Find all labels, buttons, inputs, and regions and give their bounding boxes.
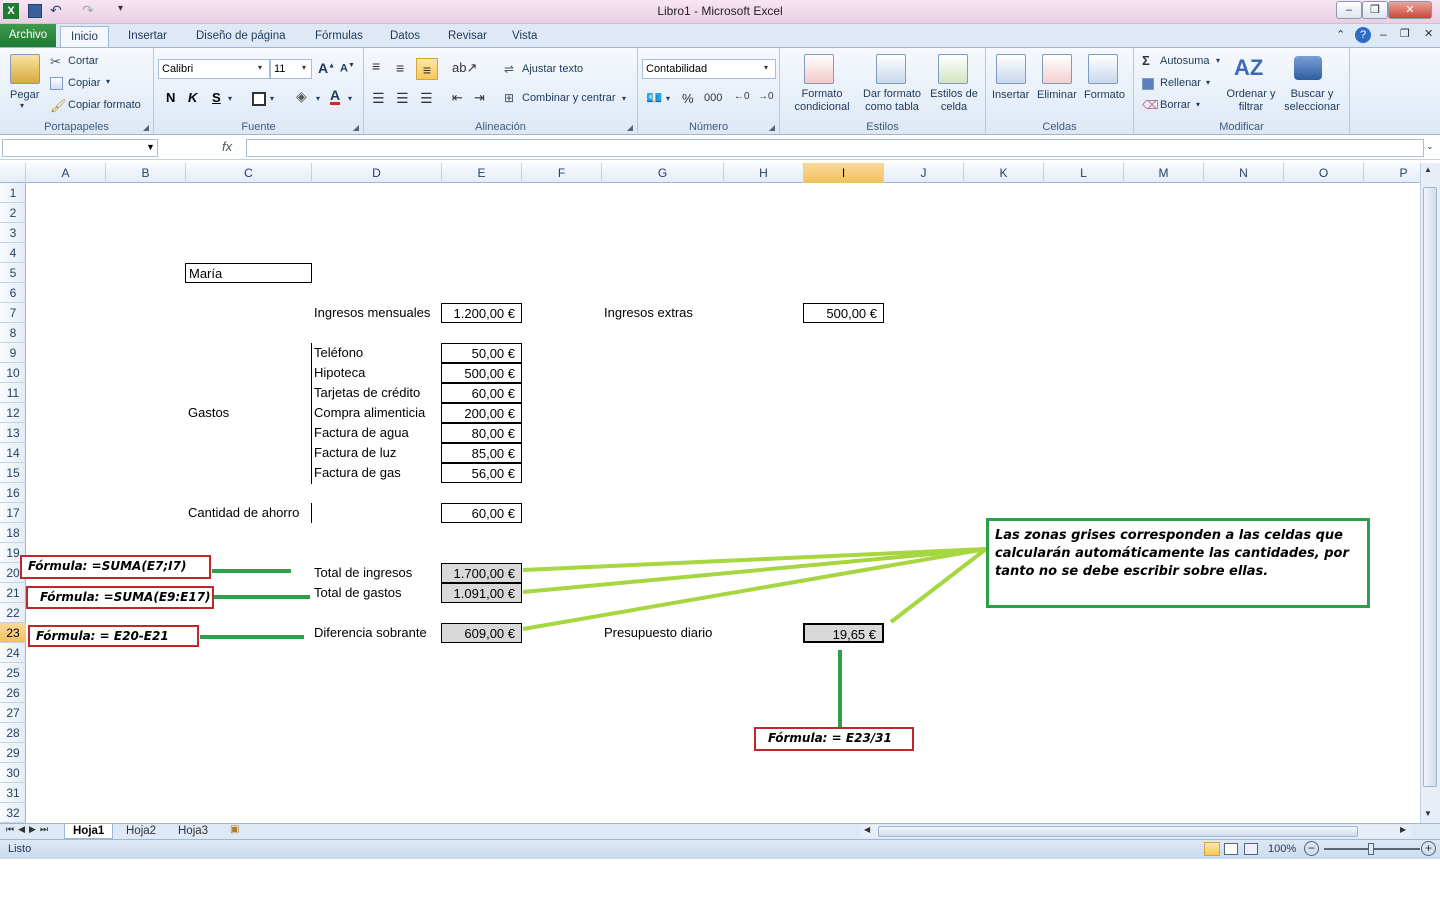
status-bar: Listo 100% − + xyxy=(0,839,1440,859)
zoom-level[interactable]: 100% xyxy=(1268,843,1296,855)
sheet-tab-hoja2[interactable]: Hoja2 xyxy=(118,824,164,839)
sheet-tab-hoja1[interactable]: Hoja1 xyxy=(64,824,114,839)
scroll-down-icon[interactable]: ▼ xyxy=(1424,809,1432,818)
note-pointer xyxy=(889,547,988,624)
scroll-left-icon[interactable]: ◀ xyxy=(864,825,870,834)
page-break-view-icon[interactable] xyxy=(1244,843,1258,855)
sheet-tab-hoja3[interactable]: Hoja3 xyxy=(170,824,216,839)
zoom-slider-thumb[interactable] xyxy=(1368,843,1374,855)
zoom-out-icon[interactable]: − xyxy=(1304,841,1319,856)
horizontal-scrollbar[interactable]: ◀ ▶ xyxy=(860,825,1412,838)
page-layout-view-icon[interactable] xyxy=(1224,843,1238,855)
formula-note-total-gastos: Fórmula: =SUMA(E9:E17) xyxy=(26,586,214,609)
insert-sheet-icon[interactable]: ▣ xyxy=(230,824,239,835)
vertical-scrollbar[interactable]: ▲ ▼ xyxy=(1420,163,1440,823)
formula-note-presupuesto: Fórmula: = E23/31 xyxy=(754,727,914,751)
formula-note-diferencia: Fórmula: = E20-E21 xyxy=(28,625,199,647)
note-pointer xyxy=(522,547,987,594)
scroll-up-icon[interactable]: ▲ xyxy=(1424,165,1432,174)
annotation-lines xyxy=(200,547,988,728)
zoom-slider[interactable] xyxy=(1324,843,1420,855)
scroll-right-icon[interactable]: ▶ xyxy=(1400,825,1406,834)
scroll-thumb[interactable] xyxy=(1423,187,1437,787)
sheet-nav-icons[interactable]: ⏮◀▶⏭ xyxy=(6,824,52,835)
sheet-tabs-bar: ⏮◀▶⏭ Hoja1 Hoja2 Hoja3 ▣ ◀ ▶ xyxy=(0,823,1440,839)
status-ready: Listo xyxy=(8,843,32,855)
zoom-in-icon[interactable]: + xyxy=(1421,841,1436,856)
gray-cells-note: Las zonas grises corresponden a las celd… xyxy=(986,518,1370,608)
hscroll-thumb[interactable] xyxy=(878,826,1358,837)
normal-view-icon[interactable] xyxy=(1204,842,1220,856)
formula-note-total-ingresos: Fórmula: =SUMA(E7;I7) xyxy=(20,555,211,579)
